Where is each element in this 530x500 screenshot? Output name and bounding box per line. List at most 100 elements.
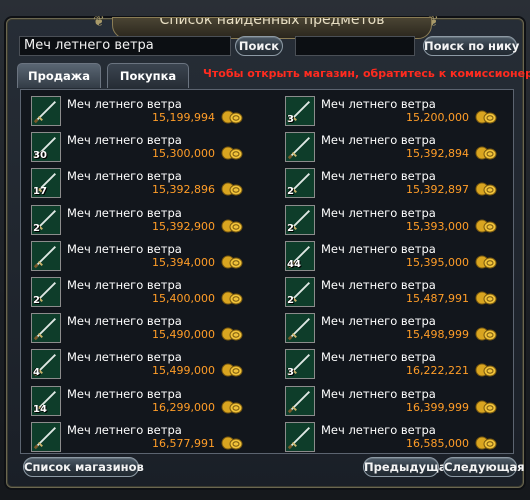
item-quantity: 2 xyxy=(287,186,294,198)
list-item[interactable]: 2 Меч летнего ветра 15,392,897 xyxy=(279,166,513,199)
window-title: Список найденных предметов xyxy=(159,17,385,28)
list-item[interactable]: 2 Меч летнего ветра 15,392,900 xyxy=(25,203,265,235)
item-name: Меч летнего ветра xyxy=(321,205,436,220)
list-item[interactable]: 14 Меч летнего ветра 16,299,000 xyxy=(25,384,265,416)
item-name: Меч летнего ветра xyxy=(67,241,182,256)
list-item[interactable]: Меч летнего ветра 15,498,999 xyxy=(279,311,513,344)
sword-icon xyxy=(31,421,61,452)
adena-coin-icon xyxy=(221,327,243,341)
adena-coin-icon xyxy=(221,363,243,377)
item-price: 15,498,999 xyxy=(406,328,469,342)
item-quantity: 3 xyxy=(287,114,294,125)
shop-list-button[interactable]: Список магазинов xyxy=(23,457,144,477)
adena-coin-icon xyxy=(475,255,497,269)
adena-coin-icon xyxy=(221,182,243,196)
sword-icon xyxy=(285,313,315,344)
item-name: Меч летнего ветра xyxy=(67,97,182,111)
item-list: Меч летнего ветра 15,199,994 3 Меч летнего … xyxy=(20,89,514,454)
sword-icon: 3 xyxy=(285,96,315,126)
item-quantity: 2 xyxy=(287,295,294,306)
item-name: Меч летнего ветра xyxy=(321,133,436,148)
item-name: Меч летнего ветра xyxy=(67,169,182,184)
search-button[interactable]: Поиск xyxy=(235,36,283,56)
tab-buy[interactable]: Покупка xyxy=(107,63,189,88)
item-quantity: 2 xyxy=(33,222,40,234)
list-item[interactable]: Меч летнего ветра 15,199,994 xyxy=(25,94,265,126)
sword-icon: 2 xyxy=(285,168,315,199)
item-price: 15,400,000 xyxy=(152,292,215,305)
list-item[interactable]: 3 Меч летнего ветра 15,200,000 xyxy=(279,94,513,126)
adena-coin-icon xyxy=(221,400,243,414)
list-item[interactable]: 2 Меч летнего ветра 15,487,991 xyxy=(279,275,513,307)
item-quantity: 30 xyxy=(33,150,47,162)
item-price: 15,393,000 xyxy=(406,219,469,233)
adena-coin-icon xyxy=(475,110,497,124)
item-price: 15,300,000 xyxy=(152,147,215,161)
list-item[interactable]: Меч летнего ветра 15,392,894 xyxy=(279,130,513,163)
sword-icon: 14 xyxy=(31,385,61,416)
next-page-button[interactable]: Следующая xyxy=(443,457,524,477)
item-price: 15,392,897 xyxy=(406,183,469,197)
item-name: Меч летнего ветра xyxy=(67,386,182,401)
sword-icon: 2 xyxy=(285,204,315,235)
shop-notice: Чтобы открыть магазин, обратитесь к коми… xyxy=(203,67,530,80)
adena-coin-icon xyxy=(221,110,243,124)
item-name: Меч летнего ветра xyxy=(67,314,182,329)
item-price: 15,392,900 xyxy=(152,219,215,233)
item-quantity: 4 xyxy=(33,367,40,379)
item-quantity: 2 xyxy=(33,295,40,306)
item-name: Меч летнего ветра xyxy=(321,350,436,365)
adena-coin-icon xyxy=(221,219,243,233)
item-name: Меч летнего ветра xyxy=(67,205,182,220)
adena-coin-icon xyxy=(221,436,243,450)
sword-icon: 44 xyxy=(285,240,315,271)
list-item[interactable]: 2 Меч летнего ветра 15,393,000 xyxy=(279,203,513,235)
sword-icon xyxy=(31,240,61,271)
list-item[interactable]: Меч летнего ветра 16,577,991 xyxy=(25,420,265,452)
nick-search-input[interactable] xyxy=(295,36,415,56)
item-name: Меч летнего ветра xyxy=(67,278,182,292)
adena-coin-icon xyxy=(221,255,243,269)
list-item[interactable]: Меч летнего ветра 16,585,000 xyxy=(279,420,513,452)
list-item[interactable]: Меч летнего ветра 15,490,000 xyxy=(25,311,265,344)
sword-icon: 2 xyxy=(285,277,315,307)
adena-coin-icon xyxy=(221,291,243,305)
sword-icon: 3 xyxy=(285,349,315,380)
item-price: 15,199,994 xyxy=(152,111,215,124)
item-name: Меч летнего ветра xyxy=(67,133,182,148)
sword-icon xyxy=(285,132,315,163)
list-item[interactable]: Меч летнего ветра 15,394,000 xyxy=(25,239,265,271)
sword-icon: 2 xyxy=(31,277,61,307)
item-price: 15,392,896 xyxy=(152,183,215,197)
item-price: 16,222,221 xyxy=(406,364,469,378)
previous-page-button[interactable]: Предыдущая xyxy=(363,457,454,477)
item-price: 15,395,000 xyxy=(406,255,469,269)
list-item[interactable]: 44 Меч летнего ветра 15,395,000 xyxy=(279,239,513,271)
item-name: Меч летнего ветра xyxy=(321,97,436,111)
list-item[interactable]: Меч летнего ветра 16,399,999 xyxy=(279,384,513,416)
item-price: 16,299,000 xyxy=(152,400,215,414)
list-item[interactable]: 4 Меч летнего ветра 15,499,000 xyxy=(25,347,265,380)
search-by-nick-button[interactable]: Поиск по нику xyxy=(423,36,519,56)
sword-icon: 17 xyxy=(31,168,61,199)
item-price: 15,200,000 xyxy=(406,111,469,124)
list-item[interactable]: 17 Меч летнего ветра 15,392,896 xyxy=(25,166,265,199)
item-price: 16,399,999 xyxy=(406,400,469,414)
item-price: 15,394,000 xyxy=(152,255,215,269)
item-name: Меч летнего ветра xyxy=(321,314,436,329)
adena-coin-icon xyxy=(475,219,497,233)
adena-coin-icon xyxy=(475,436,497,450)
list-item[interactable]: 30 Меч летнего ветра 15,300,000 xyxy=(25,130,265,163)
item-quantity: 14 xyxy=(33,403,47,415)
sword-icon: 2 xyxy=(31,204,61,235)
sword-icon: 4 xyxy=(31,349,61,380)
item-quantity: 3 xyxy=(287,367,294,379)
item-search-input[interactable]: Меч летнего ветра xyxy=(19,36,231,56)
item-name: Меч летнего ветра xyxy=(321,422,436,437)
list-item[interactable]: 2 Меч летнего ветра 15,400,000 xyxy=(25,275,265,307)
item-price: 16,585,000 xyxy=(406,436,469,450)
item-name: Меч летнего ветра xyxy=(67,422,182,437)
item-name: Меч летнего ветра xyxy=(321,169,436,184)
list-item[interactable]: 3 Меч летнего ветра 16,222,221 xyxy=(279,347,513,380)
tab-sell[interactable]: Продажа xyxy=(17,63,101,88)
